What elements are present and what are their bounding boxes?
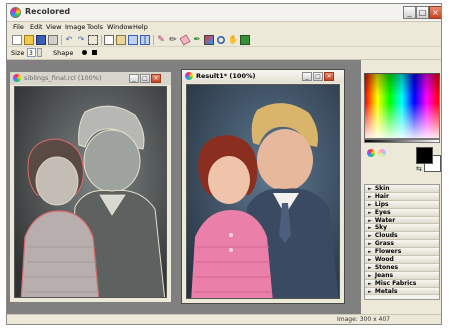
palette-icon[interactable] [378,149,386,157]
menu-edit[interactable]: Edit [30,23,43,31]
doc-close-button[interactable]: × [151,74,161,83]
close-button[interactable]: × [429,6,441,19]
menu-help[interactable]: Help [133,23,148,31]
export-icon[interactable] [240,35,250,45]
menu-file[interactable]: File [13,23,24,31]
magnify-icon[interactable] [217,36,225,44]
minimize-button[interactable]: _ [403,6,416,19]
category-item-eyes[interactable]: ► Eyes [365,208,439,217]
status-bar: Image: 300 x 407 [7,314,441,324]
brush-icon[interactable]: ✎ [156,35,166,45]
result-document-titlebar: Result1* (100%) _ □ × [182,70,344,83]
doc-close-button[interactable]: × [324,72,334,81]
shape-label: Shape [53,49,74,57]
doc-maximize-button[interactable]: □ [313,72,323,81]
color-panel: ⇆ ► Skin ► Hair ► Lips ► Eyes ► Water ► Sky ► C… [361,60,441,316]
undo-icon[interactable]: ↶ [64,35,74,45]
category-item-flowers[interactable]: ► Flowers [365,248,439,257]
category-item-clouds[interactable]: ► Clouds [365,232,439,241]
menu-view[interactable]: View [46,23,61,31]
document-icon [13,74,21,82]
foreground-color-swatch[interactable] [416,147,433,164]
square-shape-button[interactable] [92,50,97,55]
fit-icon[interactable] [128,35,138,45]
category-list: ► Skin ► Hair ► Lips ► Eyes ► Water ► Sky ► Clo… [364,184,440,300]
doc-maximize-button[interactable]: □ [140,74,150,83]
menu-window[interactable]: Window [107,23,133,31]
size-input[interactable]: 3 [27,48,36,57]
swap-colors-icon[interactable]: ⇆ [416,165,422,173]
image-size-status: Image: 300 x 407 [337,316,390,323]
dropper-icon[interactable]: ✒ [192,35,202,45]
split-icon[interactable] [140,35,150,45]
result-document-title: Result1* (100%) [196,72,256,80]
result-photo[interactable] [186,84,340,299]
print-icon[interactable] [48,35,58,45]
title-bar: Recolored _ □ × [7,4,441,22]
eraser-icon[interactable] [179,34,191,46]
size-label: Size [11,49,25,57]
open-icon[interactable] [24,35,34,45]
menu-bar: File Edit View Image Tools Window Help [7,22,441,32]
category-item-misc-fabrics[interactable]: ► Misc Fabrics [365,279,439,288]
color-wheel-icon[interactable] [367,149,375,157]
redo-icon[interactable]: ↷ [76,35,86,45]
menu-image[interactable]: Image [65,23,85,31]
doc-minimize-button[interactable]: _ [129,74,139,83]
greyscale-strip[interactable] [364,139,440,143]
category-item-grass[interactable]: ► Grass [365,240,439,249]
original-document-title: siblings_final.rcl (100%) [24,74,102,82]
original-photo[interactable] [14,86,167,298]
category-item-jeans[interactable]: ► Jeans [365,271,439,280]
category-item-lips[interactable]: ► Lips [365,200,439,209]
category-item-stones[interactable]: ► Stones [365,263,439,272]
workspace: siblings_final.rcl (100%) _ □ × Result1*… [7,60,361,316]
original-document-titlebar: siblings_final.rcl (100%) _ □ × [10,72,171,85]
paste-icon[interactable] [116,35,126,45]
circle-shape-button[interactable] [82,50,87,55]
category-item-wood[interactable]: ► Wood [365,256,439,264]
original-document-window[interactable]: siblings_final.rcl (100%) _ □ × [9,71,172,303]
category-item-metals[interactable]: ► Metals [365,287,439,296]
result-document-window[interactable]: Result1* (100%) _ □ × [181,69,345,304]
app-logo-icon [10,7,21,18]
copy-icon[interactable] [104,35,114,45]
doc-minimize-button[interactable]: _ [302,72,312,81]
category-item-sky[interactable]: ► Sky [365,224,439,233]
options-bar: Size 3 Shape [7,47,441,60]
result-photo-image [187,85,339,298]
category-item-hair[interactable]: ► Hair [365,192,439,201]
size-stepper[interactable] [37,48,42,57]
hand-icon[interactable]: ✋ [228,35,238,45]
pen-icon[interactable]: ✏ [168,35,178,45]
original-photo-image [15,87,166,297]
app-window: Recolored _ □ × File Edit View Image Too… [6,3,442,325]
category-item-water[interactable]: ► Water [365,216,439,225]
app-title: Recolored [25,7,71,16]
new-icon[interactable] [12,35,22,45]
crop-icon[interactable] [88,35,98,45]
save-icon[interactable] [36,35,46,45]
toolbar: ↶ ↷ ✎ ✏ ✒ ✋ [7,33,441,47]
menu-tools[interactable]: Tools [87,23,103,31]
document-icon [185,72,193,80]
category-item-skin[interactable]: ► Skin [365,185,439,193]
fill-icon[interactable] [204,35,214,45]
maximize-button[interactable]: □ [416,6,429,19]
